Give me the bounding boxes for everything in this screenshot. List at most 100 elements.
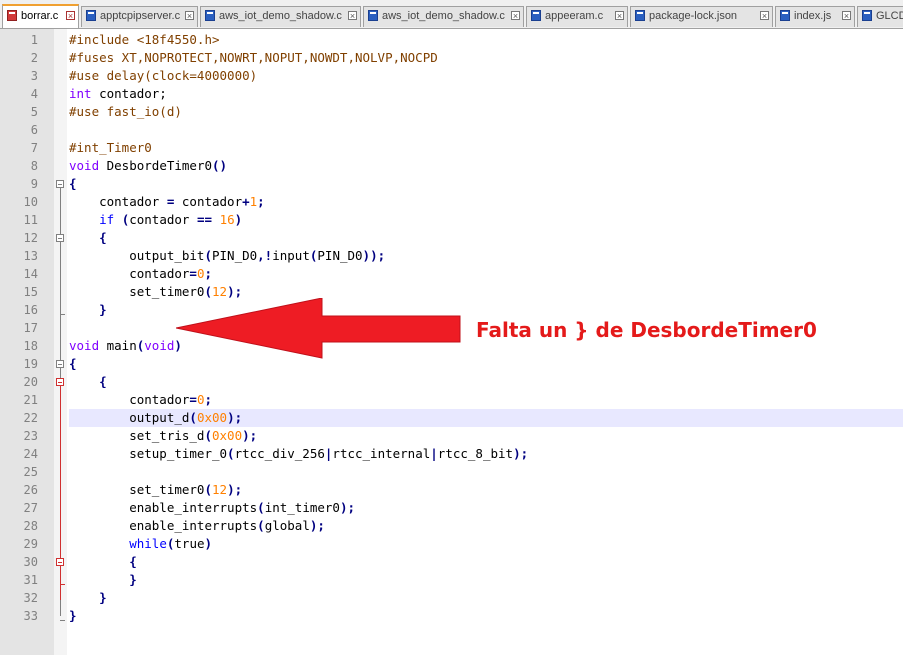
code-token: #use delay(clock=4000000) bbox=[69, 68, 258, 83]
code-token: DesbordeTimer0 bbox=[99, 158, 212, 173]
code-token: ( bbox=[204, 482, 212, 497]
code-token: contador; bbox=[91, 86, 167, 101]
code-token: ( bbox=[189, 410, 197, 425]
close-tab-icon[interactable]: × bbox=[348, 11, 357, 21]
file-saved-icon bbox=[205, 10, 215, 21]
line-number: 25 bbox=[23, 465, 38, 479]
code-line[interactable]: { bbox=[69, 175, 903, 193]
code-token: { bbox=[129, 554, 137, 569]
fold-toggle-line-12[interactable] bbox=[56, 234, 64, 242]
line-number: 24 bbox=[23, 447, 38, 461]
tab-apptcpipserver-c[interactable]: apptcpipserver.c × bbox=[81, 6, 198, 27]
code-line[interactable]: { bbox=[69, 553, 903, 571]
code-token: == bbox=[196, 212, 213, 227]
code-token: | bbox=[430, 446, 438, 461]
code-token: ); bbox=[227, 410, 243, 425]
code-line[interactable]: output_bit(PIN_D0,!input(PIN_D0)); bbox=[69, 247, 903, 265]
code-token: ); bbox=[242, 428, 258, 443]
tab-label: package-lock.json bbox=[649, 10, 738, 22]
close-tab-icon[interactable]: × bbox=[185, 11, 194, 21]
code-line[interactable]: #use delay(clock=4000000) bbox=[69, 67, 903, 85]
code-line[interactable]: enable_interrupts(global); bbox=[69, 517, 903, 535]
code-token: enable_interrupts bbox=[69, 500, 258, 515]
code-line[interactable]: } bbox=[69, 571, 903, 589]
code-token: ; bbox=[204, 266, 213, 281]
line-number: 18 bbox=[23, 339, 38, 353]
tab-aws-iot-demo-shadow-c[interactable]: aws_iot_demo_shadow.c × bbox=[363, 6, 524, 27]
line-number: 29 bbox=[23, 537, 38, 551]
red-arrow-annotation bbox=[176, 298, 461, 359]
code-line[interactable]: setup_timer_0(rtcc_div_256 |rtcc_internal… bbox=[69, 445, 903, 463]
close-tab-icon[interactable]: × bbox=[511, 11, 520, 21]
tab-appeeram-c[interactable]: appeeram.c × bbox=[526, 6, 628, 27]
tab-label: GLCD.c bbox=[876, 10, 903, 22]
code-line[interactable]: #include <18f4550.h> bbox=[69, 31, 903, 49]
code-token: if bbox=[99, 212, 115, 227]
line-number: 7 bbox=[30, 141, 38, 155]
fold-toggle-line-19[interactable] bbox=[56, 360, 64, 368]
code-token: { bbox=[69, 176, 77, 191]
code-line[interactable]: output_d(0x00); bbox=[69, 409, 903, 427]
close-tab-icon[interactable]: × bbox=[760, 11, 769, 21]
line-number: 17 bbox=[23, 321, 38, 335]
tab-aws-iot-demo-shadow-c[interactable]: aws_iot_demo_shadow.c × bbox=[200, 6, 361, 27]
file-saved-icon bbox=[862, 10, 872, 21]
tab-borrar-c[interactable]: borrar.c × bbox=[2, 4, 79, 28]
code-line[interactable]: contador=0; bbox=[69, 265, 903, 283]
line-number: 26 bbox=[23, 483, 38, 497]
line-number: 3 bbox=[30, 69, 38, 83]
code-line[interactable]: #int_Timer0 bbox=[69, 139, 903, 157]
tab-glcd-c[interactable]: GLCD.c× bbox=[857, 6, 903, 27]
close-tab-icon[interactable]: × bbox=[842, 11, 851, 21]
code-token: #int_Timer0 bbox=[69, 140, 152, 155]
code-token: #fuses XT,NOPROTECT,NOWRT,NOPUT,NOWDT,NO… bbox=[69, 50, 438, 65]
code-line[interactable]: set_timer0(12); bbox=[69, 481, 903, 499]
code-token: 12 bbox=[212, 284, 228, 299]
code-line[interactable]: #fuses XT,NOPROTECT,NOWRT,NOPUT,NOWDT,NO… bbox=[69, 49, 903, 67]
tab-index-js[interactable]: index.js × bbox=[775, 6, 855, 27]
file-modified-icon bbox=[7, 10, 17, 21]
code-line[interactable]: #use fast_io(d) bbox=[69, 103, 903, 121]
code-line[interactable]: { bbox=[69, 373, 903, 391]
code-line[interactable]: void DesbordeTimer0() bbox=[69, 157, 903, 175]
line-number: 8 bbox=[30, 159, 38, 173]
code-line[interactable]: int contador; bbox=[69, 85, 903, 103]
code-token: main bbox=[99, 338, 137, 353]
code-token: global bbox=[264, 518, 310, 533]
code-line[interactable]: contador=0; bbox=[69, 391, 903, 409]
code-line[interactable]: { bbox=[69, 229, 903, 247]
fold-toggle-line-9[interactable] bbox=[56, 180, 64, 188]
code-token: output_bit bbox=[69, 248, 205, 263]
tab-label: apptcpipserver.c bbox=[100, 10, 181, 22]
line-number: 5 bbox=[30, 105, 38, 119]
code-line[interactable]: } bbox=[69, 607, 903, 625]
code-line[interactable]: } bbox=[69, 589, 903, 607]
line-number: 1 bbox=[30, 33, 38, 47]
line-number: 14 bbox=[23, 267, 38, 281]
code-token: ; bbox=[204, 392, 213, 407]
code-token: ); bbox=[513, 446, 529, 461]
fold-toggle-line-20[interactable] bbox=[56, 378, 64, 386]
line-number: 21 bbox=[23, 393, 38, 407]
code-token: ( bbox=[204, 428, 212, 443]
code-line[interactable] bbox=[69, 121, 903, 139]
code-token: = bbox=[189, 266, 197, 281]
close-tab-icon[interactable]: × bbox=[615, 11, 624, 21]
code-line[interactable]: contador = contador+1; bbox=[69, 193, 903, 211]
tab-package-lock-json[interactable]: package-lock.json × bbox=[630, 6, 773, 27]
code-token: enable_interrupts bbox=[69, 518, 258, 533]
code-token: contador bbox=[69, 266, 190, 281]
code-line[interactable]: while(true) bbox=[69, 535, 903, 553]
code-line[interactable]: set_tris_d(0x00); bbox=[69, 427, 903, 445]
line-number: 33 bbox=[23, 609, 38, 623]
code-line[interactable]: if (contador == 16) bbox=[69, 211, 903, 229]
close-tab-icon[interactable]: × bbox=[66, 11, 75, 21]
code-line[interactable]: enable_interrupts(int_timer0); bbox=[69, 499, 903, 517]
code-token: { bbox=[99, 230, 107, 245]
code-line[interactable] bbox=[69, 463, 903, 481]
fold-toggle-line-30[interactable] bbox=[56, 558, 64, 566]
